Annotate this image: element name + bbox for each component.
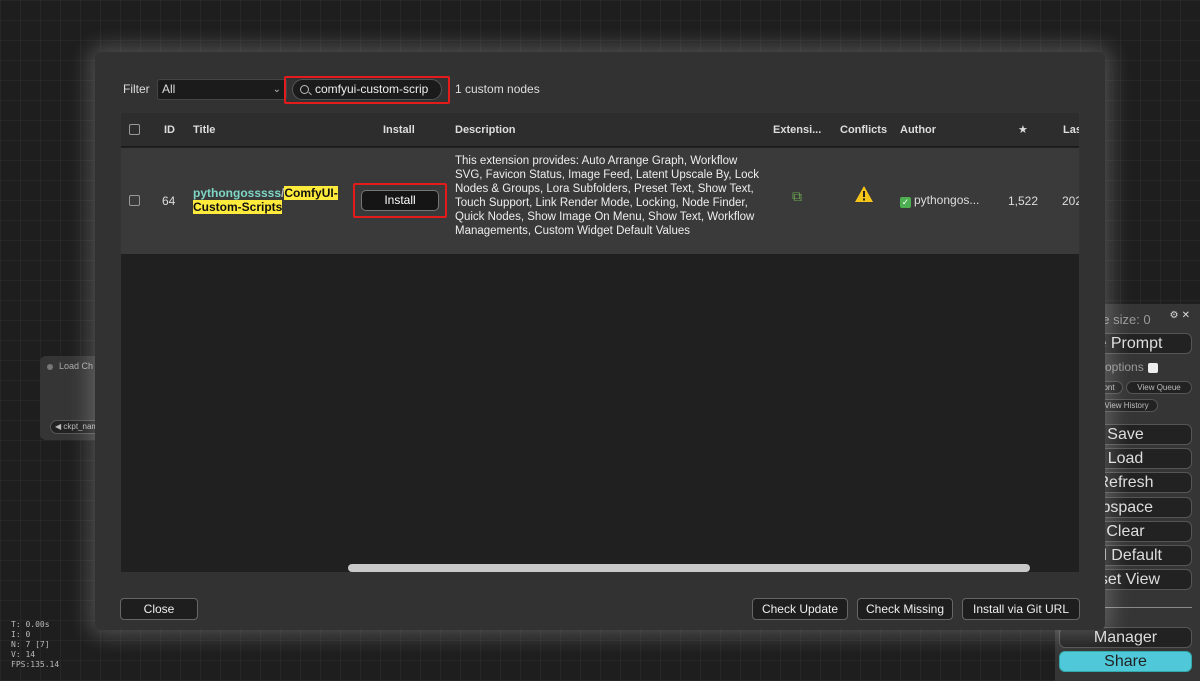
search-input[interactable]: comfyui-custom-scrip: [292, 79, 442, 100]
column-header-last-update[interactable]: Las: [1063, 113, 1079, 147]
column-header-id[interactable]: ID: [164, 113, 175, 147]
node-title-link[interactable]: pythongosssss/ComfyUI-Custom-Scripts: [193, 186, 351, 214]
column-header-install[interactable]: Install: [383, 113, 415, 147]
stat-fps: FPS:135.14: [11, 660, 60, 669]
table-header: ID Title Install Description Extensi... …: [121, 113, 1079, 147]
view-queue-button[interactable]: View Queue: [1126, 381, 1192, 394]
row-id: 64: [162, 194, 176, 208]
verified-check-icon: ✓: [900, 197, 911, 208]
settings-icon[interactable]: ⚙: [1170, 310, 1179, 321]
column-header-stars[interactable]: ★: [1018, 113, 1028, 147]
column-header-conflicts[interactable]: Conflicts: [840, 113, 887, 147]
column-header-extensions[interactable]: Extensi...: [773, 113, 821, 147]
panel-header-icons: ⚙ ✕: [1167, 310, 1190, 321]
search-icon: [300, 85, 309, 94]
table-row[interactable]: 64 pythongosssss/ComfyUI-Custom-Scripts …: [121, 148, 1079, 254]
check-update-button[interactable]: Check Update: [752, 598, 848, 620]
graph-stats: T: 0.00s I: 0 N: 7 [7] V: 14 FPS:135.14: [11, 620, 59, 670]
puzzle-icon[interactable]: ⧉: [792, 188, 802, 205]
node-collapse-dot[interactable]: [47, 364, 53, 370]
share-button[interactable]: Share: [1059, 651, 1192, 672]
search-input-value: comfyui-custom-scrip: [315, 82, 429, 96]
star-count: 1,522: [1008, 194, 1039, 208]
filter-select[interactable]: All ⌄: [157, 79, 287, 100]
stat-i: I: 0: [11, 630, 31, 639]
column-header-author[interactable]: Author: [900, 113, 936, 147]
column-header-title[interactable]: Title: [193, 113, 215, 147]
horizontal-scrollbar-thumb[interactable]: [348, 564, 1030, 572]
last-update: 202: [1062, 194, 1079, 208]
select-all-checkbox[interactable]: [129, 124, 140, 135]
install-button[interactable]: Install: [361, 190, 439, 211]
result-count: 1 custom nodes: [455, 82, 540, 96]
stat-time: T: 0.00s: [11, 620, 50, 629]
chevron-down-icon: ⌄: [272, 84, 281, 95]
node-title: Load Ch: [59, 361, 94, 371]
close-icon[interactable]: ✕: [1182, 310, 1190, 321]
filter-selected-value: All: [162, 82, 176, 96]
custom-nodes-manager-dialog: Filter All ⌄ comfyui-custom-scrip 1 cust…: [95, 52, 1105, 630]
node-author-part: pythongosssss: [193, 186, 282, 200]
install-via-git-url-button[interactable]: Install via Git URL: [962, 598, 1080, 620]
warning-icon[interactable]: [854, 185, 874, 203]
extra-options-checkbox[interactable]: [1147, 362, 1158, 373]
stat-nodes: N: 7 [7]: [11, 640, 50, 649]
check-missing-button[interactable]: Check Missing: [857, 598, 953, 620]
node-description: This extension provides: Auto Arrange Gr…: [455, 155, 760, 237]
panel-divider: [1095, 607, 1192, 608]
nodes-table: ID Title Install Description Extensi... …: [120, 112, 1080, 573]
author-name: pythongos...: [914, 193, 980, 207]
filter-label: Filter: [123, 82, 150, 96]
row-checkbox[interactable]: [129, 195, 140, 206]
stat-v: V: 14: [11, 650, 36, 659]
author-cell: ✓ pythongos...: [900, 193, 979, 208]
close-button[interactable]: Close: [120, 598, 198, 620]
column-header-description[interactable]: Description: [455, 113, 516, 147]
manager-button[interactable]: Manager: [1059, 627, 1192, 648]
